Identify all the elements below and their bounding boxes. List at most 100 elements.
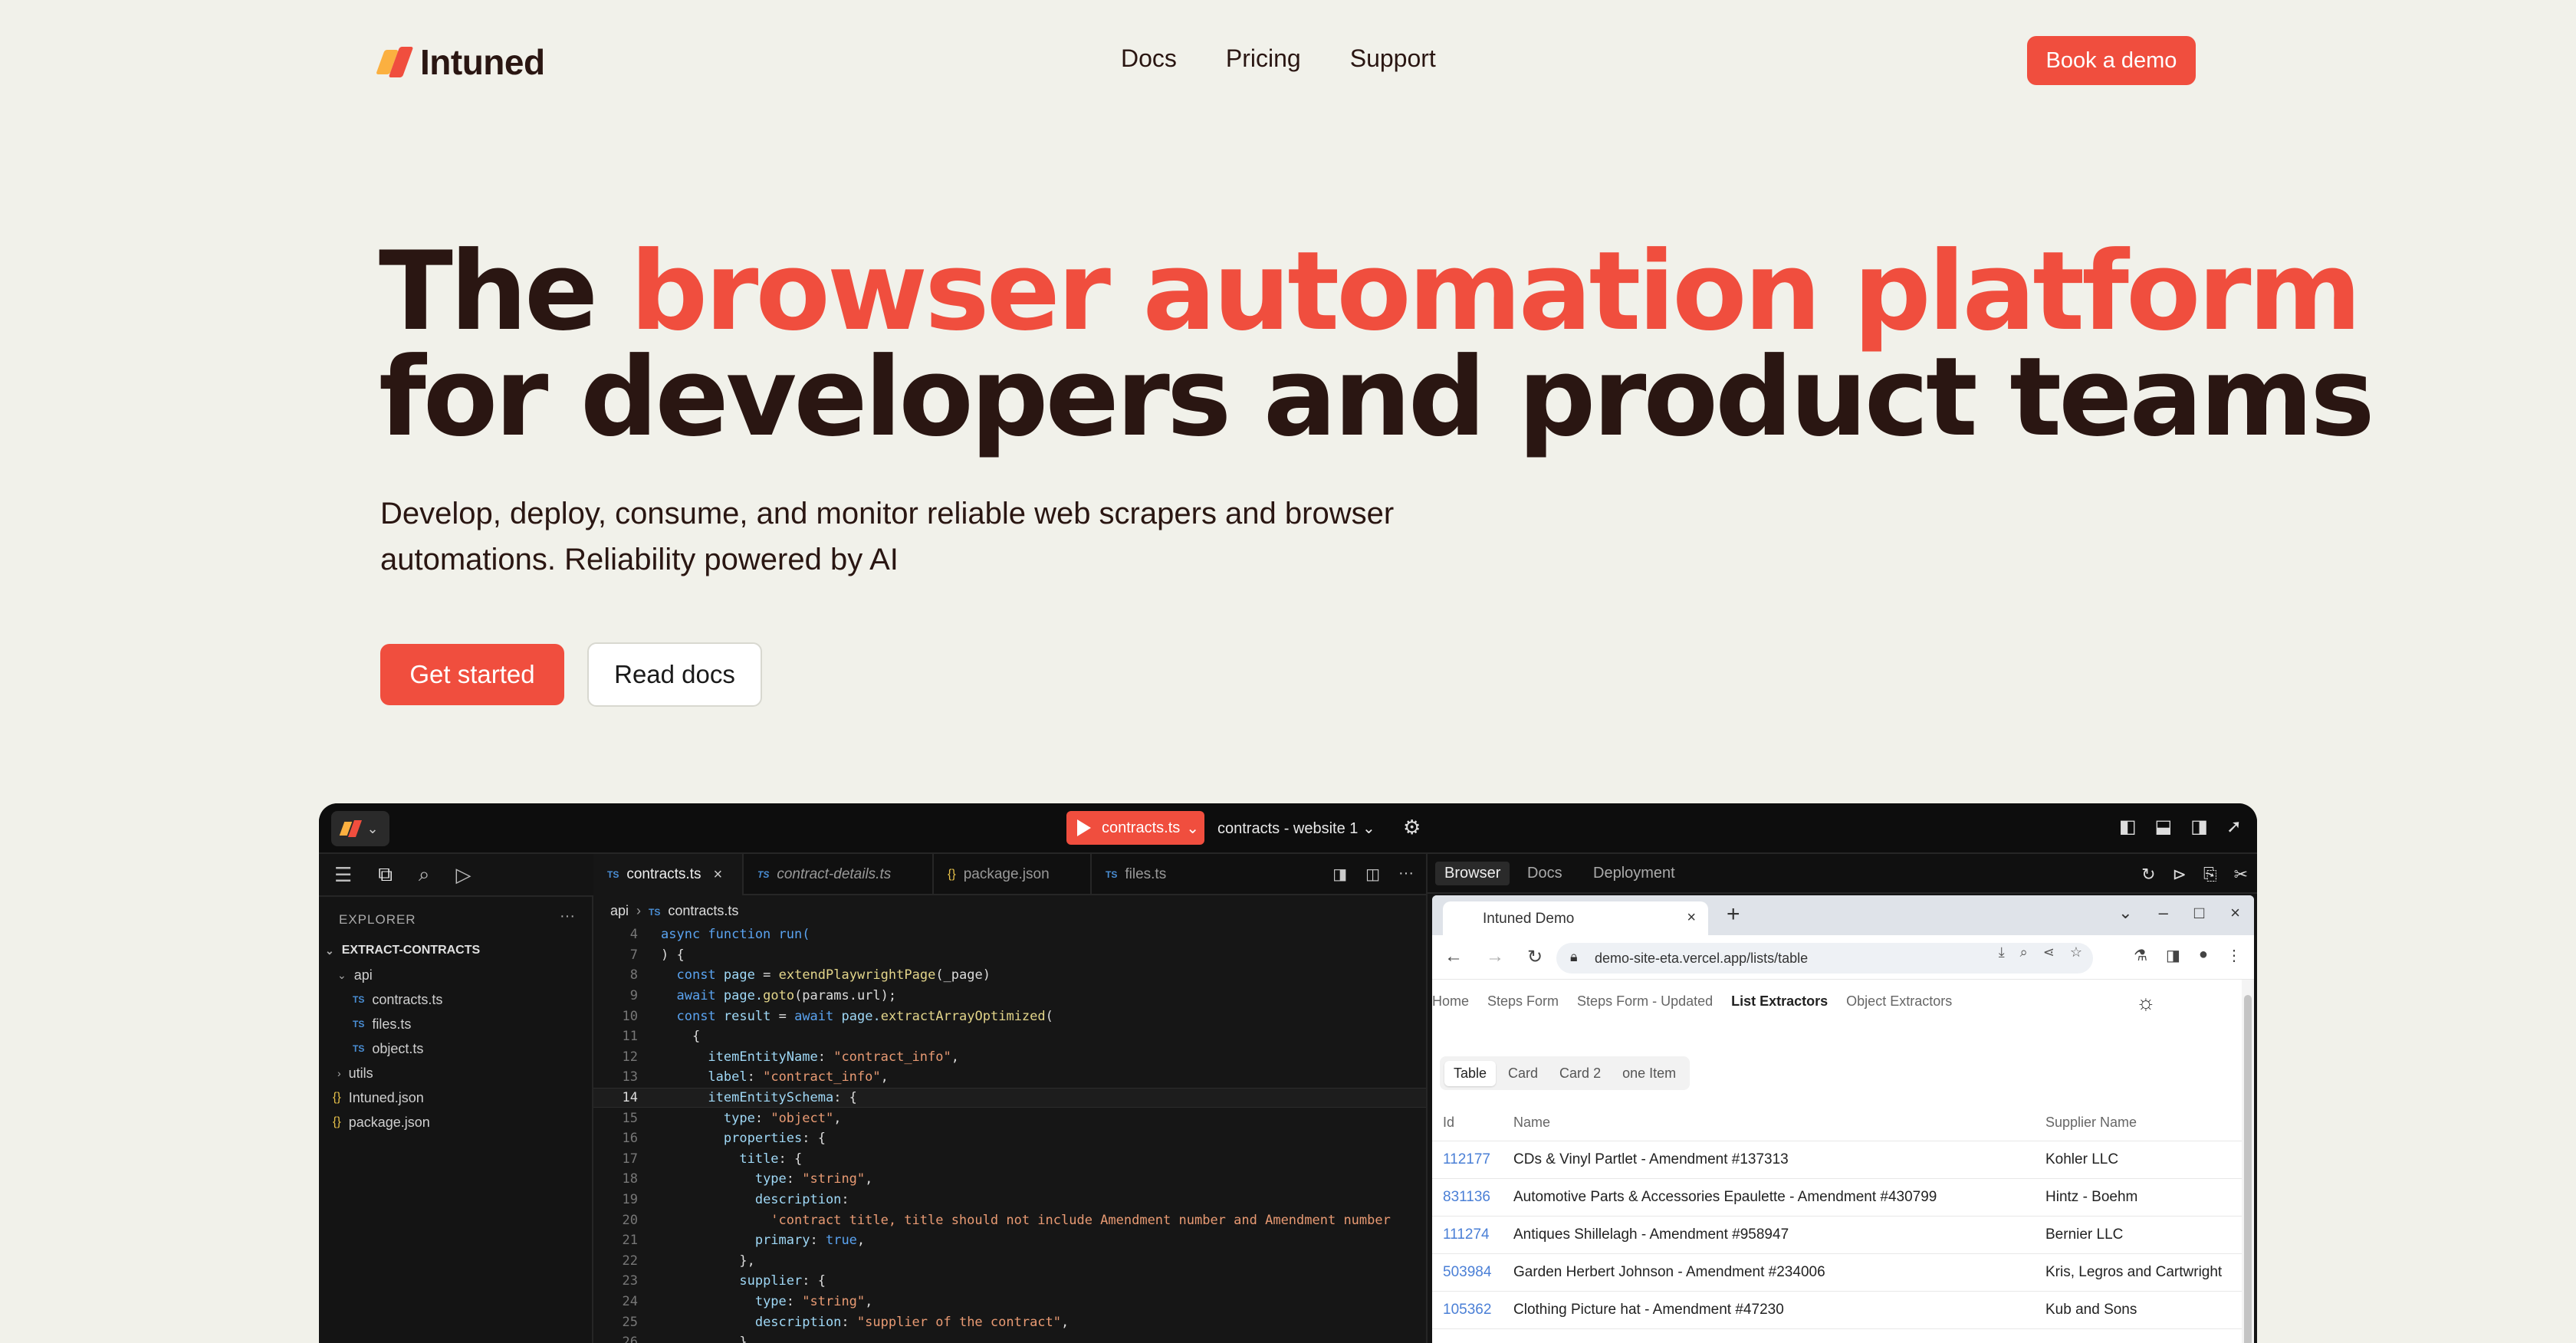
row-id-link[interactable]: 111274 — [1432, 1226, 1513, 1243]
site-nav-steps-form[interactable]: Steps Form — [1487, 993, 1559, 1010]
profile-icon[interactable]: ● — [2199, 946, 2208, 965]
code-text: "object" — [770, 1110, 834, 1126]
more-icon[interactable]: ··· — [1398, 865, 1414, 884]
tree-file-contracts[interactable]: TS contracts.ts — [319, 987, 593, 1012]
forward-icon[interactable]: → — [1486, 946, 1504, 968]
tree-file-package-json[interactable]: {} package.json — [319, 1110, 593, 1134]
window-controls: ⌄ – □ × — [2118, 903, 2240, 923]
book-demo-button[interactable]: Book a demo — [2027, 36, 2196, 85]
clipboard-icon[interactable]: ⎘ — [2203, 865, 2217, 885]
workspace-switcher[interactable]: ⌄ — [331, 811, 389, 846]
kebab-menu-icon[interactable]: ⋮ — [2226, 946, 2242, 965]
sidebar-left-icon[interactable]: ◧ — [2119, 816, 2137, 838]
layout-toggles: ◧ ⬓ ◨ ➚ — [2119, 816, 2242, 838]
intuned-logo-icon — [376, 45, 414, 79]
row-id-link[interactable]: 112177 — [1432, 1151, 1513, 1168]
row-id-link[interactable]: 105362 — [1432, 1302, 1513, 1318]
page-scrollbar[interactable] — [2242, 980, 2254, 1343]
tools-icon[interactable]: ✂ — [2234, 865, 2248, 885]
brand-logo[interactable]: Intuned — [376, 41, 545, 83]
nav-link-pricing[interactable]: Pricing — [1226, 44, 1301, 73]
share-icon[interactable]: ⋖ — [2043, 944, 2055, 960]
nav-link-docs[interactable]: Docs — [1121, 44, 1177, 73]
tab-contracts[interactable]: TS contracts.ts × — [593, 854, 744, 895]
site-nav-home[interactable]: Home — [1432, 993, 1469, 1010]
tab-files[interactable]: TS files.ts — [1092, 854, 1207, 895]
split-icon[interactable]: ◨ — [1332, 865, 1347, 884]
maximize-icon[interactable]: □ — [2194, 903, 2204, 923]
view-card[interactable]: Card — [1499, 1061, 1547, 1086]
tab-deployment[interactable]: Deployment — [1593, 865, 1675, 882]
tree-file-object[interactable]: TS object.ts — [319, 1036, 593, 1061]
site-nav-steps-form-updated[interactable]: Steps Form - Updated — [1577, 993, 1713, 1010]
tree-folder-utils[interactable]: › utils — [319, 1061, 593, 1085]
run-target-select[interactable]: contracts - website 1 ⌄ — [1217, 819, 1375, 838]
address-bar[interactable]: 🔒︎ demo-site-eta.vercel.app/lists/table … — [1556, 943, 2093, 974]
code-text: , — [880, 1069, 889, 1085]
close-icon[interactable]: × — [2230, 903, 2240, 923]
panel-bottom-icon[interactable]: ⬓ — [2155, 816, 2173, 838]
tab-contract-details[interactable]: TS contract-details.ts — [744, 854, 934, 895]
menu-icon[interactable]: ☰ — [334, 863, 352, 887]
new-tab-icon[interactable]: + — [1727, 901, 1740, 928]
sun-icon[interactable]: ☼ — [2136, 990, 2156, 1015]
hero-title: The browser automation platform for devel… — [379, 238, 2375, 452]
run-button[interactable]: contracts.ts ⌄ — [1066, 811, 1204, 845]
minimize-icon[interactable]: – — [2159, 903, 2168, 923]
browser-tab[interactable]: Intuned Demo × — [1443, 901, 1708, 935]
extension-icon[interactable]: ⚗ — [2134, 946, 2147, 965]
row-id-link[interactable]: 831136 — [1432, 1189, 1513, 1206]
code-text: const — [676, 967, 716, 983]
code-text: 'contract title, title should not includ… — [770, 1212, 1391, 1228]
run-debug-icon[interactable]: ▷ — [455, 863, 471, 887]
activity-bar: ☰ ⧉ ⌕ ▷ — [319, 854, 593, 897]
code-lines[interactable]: 4 async function run( 7) { 8 const page =… — [593, 924, 1426, 1343]
view-card-2[interactable]: Card 2 — [1550, 1061, 1610, 1086]
file-name: package.json — [348, 1114, 430, 1130]
row-id-link[interactable]: 503984 — [1432, 1264, 1513, 1281]
more-icon[interactable]: ··· — [560, 908, 575, 925]
scrollbar-thumb[interactable] — [2244, 995, 2252, 1343]
search-icon[interactable]: ⌕ — [419, 862, 430, 887]
tab-docs[interactable]: Docs — [1527, 865, 1562, 882]
zoom-icon[interactable]: ⌕ — [2020, 944, 2028, 960]
tree-folder-api[interactable]: ⌄ api — [319, 963, 593, 987]
close-icon[interactable]: × — [1687, 909, 1696, 927]
view-one-item[interactable]: one Item — [1613, 1061, 1685, 1086]
editor-tabs: TS contracts.ts × TS contract-details.ts {}… — [593, 854, 1426, 895]
sidebar-right-icon[interactable]: ◨ — [2190, 816, 2208, 838]
code-text: title — [739, 1151, 779, 1167]
breadcrumb-file[interactable]: contracts.ts — [668, 903, 738, 918]
project-name: EXTRACT-CONTRACTS — [341, 944, 481, 957]
tree-file-intuned-json[interactable]: {} Intuned.json — [319, 1085, 593, 1110]
nav-link-support[interactable]: Support — [1350, 44, 1436, 73]
view-table[interactable]: Table — [1444, 1060, 1497, 1086]
chevron-down-icon: ⌄ — [366, 820, 379, 836]
site-nav-object-extractors[interactable]: Object Extractors — [1846, 993, 1952, 1010]
play-circle-icon[interactable]: ⊳ — [2173, 865, 2187, 885]
header-supplier: Supplier Name — [2045, 1114, 2137, 1130]
refresh-icon[interactable]: ↻ — [2141, 865, 2155, 885]
tree-project[interactable]: ⌄ EXTRACT-CONTRACTS — [319, 938, 593, 963]
close-icon[interactable]: × — [714, 866, 723, 884]
gear-icon[interactable]: ⚙ — [1403, 816, 1421, 839]
typescript-icon: TS — [353, 1019, 365, 1029]
tree-file-files[interactable]: TS files.ts — [319, 1012, 593, 1036]
rocket-icon[interactable]: ➚ — [2226, 816, 2242, 838]
line-number: 20 — [622, 1212, 638, 1228]
site-nav-list-extractors[interactable]: List Extractors — [1731, 993, 1828, 1010]
columns-icon[interactable]: ◫ — [1365, 865, 1380, 884]
back-icon[interactable]: ← — [1444, 946, 1463, 968]
star-icon[interactable]: ☆ — [2070, 944, 2082, 960]
chevron-down-icon[interactable]: ⌄ — [2118, 903, 2132, 923]
install-icon[interactable]: ⤓ — [1999, 944, 2005, 960]
sidepanel-icon[interactable]: ◨ — [2166, 946, 2180, 965]
row-name: Garden Herbert Johnson - Amendment #2340… — [1513, 1264, 1825, 1280]
breadcrumb-folder[interactable]: api — [610, 903, 629, 918]
reload-icon[interactable]: ↻ — [1527, 946, 1543, 968]
get-started-button[interactable]: Get started — [380, 644, 564, 705]
tab-package-json[interactable]: {} package.json — [934, 854, 1092, 895]
files-icon[interactable]: ⧉ — [378, 862, 393, 887]
read-docs-button[interactable]: Read docs — [587, 642, 762, 707]
tab-browser[interactable]: Browser — [1435, 862, 1510, 885]
